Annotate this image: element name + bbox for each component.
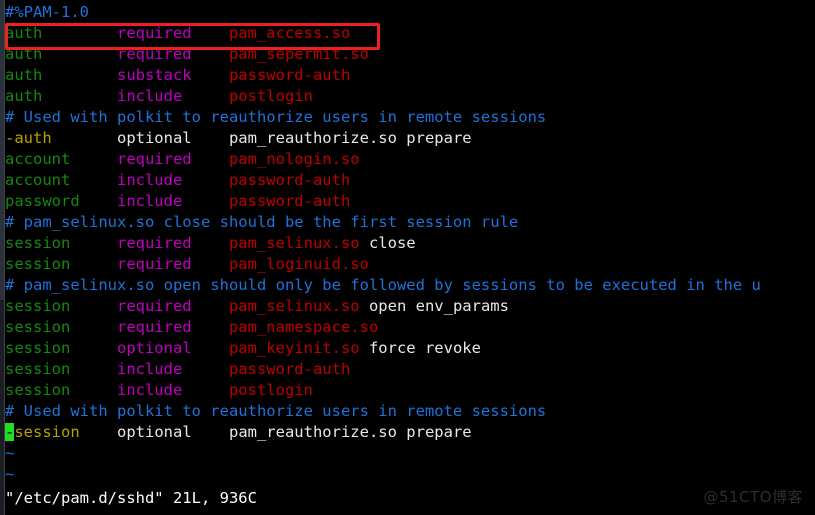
- tilde-glyph: ~: [5, 465, 15, 483]
- pam-control-field: include: [116, 360, 229, 378]
- pam-type-field: auth: [5, 45, 117, 63]
- code-line-pam-rule[interactable]: session optional pam_keyinit.so force re…: [5, 338, 815, 359]
- pam-type-field: auth: [5, 87, 117, 105]
- pam-type-field: session: [14, 423, 117, 441]
- pam-control-field: required: [116, 255, 229, 273]
- code-line-pam-rule[interactable]: auth required pam_sepermit.so: [5, 44, 815, 65]
- code-line-pam-rule-optional[interactable]: -session optional pam_reauthorize.so pre…: [5, 422, 815, 443]
- pam-type-field: auth: [5, 66, 117, 84]
- pam-control-field: include: [116, 381, 229, 399]
- pam-control-field: include: [116, 171, 229, 189]
- empty-line-marker[interactable]: ~: [5, 443, 815, 464]
- pam-control-field: optional: [117, 423, 229, 441]
- pam-module-field: pam_sepermit.so: [228, 45, 369, 63]
- scrollbar-thumb[interactable]: [0, 0, 4, 300]
- code-line-pam-rule[interactable]: auth required pam_access.so: [5, 23, 815, 44]
- pam-args-field: prepare: [396, 423, 472, 441]
- pam-module-field: password-auth: [228, 171, 351, 189]
- code-line-pam-rule[interactable]: session include postlogin: [5, 380, 815, 401]
- code-line-pam-rule[interactable]: session required pam_selinux.so open env…: [5, 296, 815, 317]
- pam-module-field: pam_selinux.so: [228, 297, 360, 315]
- code-line-comment[interactable]: #%PAM-1.0: [5, 2, 815, 23]
- pam-args-field: prepare: [396, 129, 472, 147]
- code-line-comment[interactable]: # pam_selinux.so close should be the fir…: [5, 212, 815, 233]
- comment-text: #%PAM-1.0: [5, 3, 89, 21]
- pam-type-field: session: [5, 255, 117, 273]
- watermark-label: @51CTO博客: [703, 488, 803, 506]
- pam-type-field: auth: [5, 24, 117, 42]
- pam-control-field: required: [116, 318, 229, 336]
- pam-control-field: required: [116, 24, 229, 42]
- pam-control-field: required: [116, 45, 229, 63]
- pam-control-field: required: [116, 297, 229, 315]
- pam-type-field: session: [5, 360, 117, 378]
- pam-module-field: pam_keyinit.so: [228, 339, 360, 357]
- code-line-pam-rule[interactable]: session required pam_selinux.so close: [5, 233, 815, 254]
- pam-control-field: required: [116, 150, 229, 168]
- pam-control-field: optional: [116, 129, 229, 147]
- comment-text: # Used with polkit to reauthorize users …: [5, 402, 547, 420]
- pam-type-field: session: [5, 234, 117, 252]
- comment-text: # Used with polkit to reauthorize users …: [5, 108, 547, 126]
- empty-line-marker[interactable]: ~: [5, 464, 815, 485]
- vim-status-line: "/etc/pam.d/sshd" 21L, 936C: [5, 489, 257, 507]
- pam-type-field: session: [5, 381, 117, 399]
- pam-type-field: password: [5, 192, 117, 210]
- pam-module-field: pam_nologin.so: [228, 150, 360, 168]
- code-line-pam-rule-optional[interactable]: -auth optional pam_reauthorize.so prepar…: [5, 128, 815, 149]
- tilde-glyph: ~: [5, 444, 15, 462]
- pam-module-field: pam_namespace.so: [228, 318, 379, 336]
- code-line-pam-rule[interactable]: session include password-auth: [5, 359, 815, 380]
- pam-module-field: pam_reauthorize.so: [228, 129, 397, 147]
- code-line-pam-rule[interactable]: account include password-auth: [5, 170, 815, 191]
- code-line-pam-rule[interactable]: auth include postlogin: [5, 86, 815, 107]
- pam-type-field: -auth: [5, 129, 117, 147]
- code-line-pam-rule[interactable]: password include password-auth: [5, 191, 815, 212]
- code-line-pam-rule[interactable]: account required pam_nologin.so: [5, 149, 815, 170]
- pam-module-field: postlogin: [228, 87, 313, 105]
- pam-control-field: include: [116, 87, 229, 105]
- pam-module-field: password-auth: [228, 192, 351, 210]
- code-line-comment[interactable]: # Used with polkit to reauthorize users …: [5, 107, 815, 128]
- pam-control-field: optional: [116, 339, 229, 357]
- code-line-comment[interactable]: # pam_selinux.so open should only be fol…: [5, 275, 815, 296]
- comment-text: # pam_selinux.so close should be the fir…: [5, 213, 519, 231]
- pam-args-field: close: [359, 234, 416, 252]
- pam-type-field: account: [5, 150, 117, 168]
- pam-type-field: session: [5, 339, 117, 357]
- comment-text: # pam_selinux.so open should only be fol…: [5, 276, 761, 294]
- pam-module-field: pam_loginuid.so: [228, 255, 369, 273]
- pam-type-field: session: [5, 318, 117, 336]
- pam-module-field: pam_access.so: [228, 24, 351, 42]
- pam-module-field: postlogin: [228, 381, 313, 399]
- pam-control-field: required: [116, 234, 229, 252]
- text-cursor: -: [5, 423, 15, 441]
- pam-args-field: force revoke: [359, 339, 481, 357]
- pam-type-field: account: [5, 171, 117, 189]
- window-left-edge: [0, 0, 5, 515]
- vim-text-buffer[interactable]: #%PAM-1.0 auth required pam_access.so auth…: [5, 2, 815, 485]
- code-line-pam-rule[interactable]: session required pam_namespace.so: [5, 317, 815, 338]
- pam-module-field: password-auth: [228, 360, 351, 378]
- pam-module-field: pam_reauthorize.so: [228, 423, 397, 441]
- pam-module-field: password-auth: [228, 66, 351, 84]
- pam-control-field: include: [116, 192, 229, 210]
- pam-module-field: pam_selinux.so: [228, 234, 360, 252]
- code-line-comment[interactable]: # Used with polkit to reauthorize users …: [5, 401, 815, 422]
- pam-type-field: session: [5, 297, 117, 315]
- pam-control-field: substack: [116, 66, 229, 84]
- pam-args-field: open env_params: [359, 297, 509, 315]
- terminal-window: #%PAM-1.0 auth required pam_access.so auth…: [0, 0, 815, 515]
- code-line-pam-rule[interactable]: auth substack password-auth: [5, 65, 815, 86]
- code-line-pam-rule[interactable]: session required pam_loginuid.so: [5, 254, 815, 275]
